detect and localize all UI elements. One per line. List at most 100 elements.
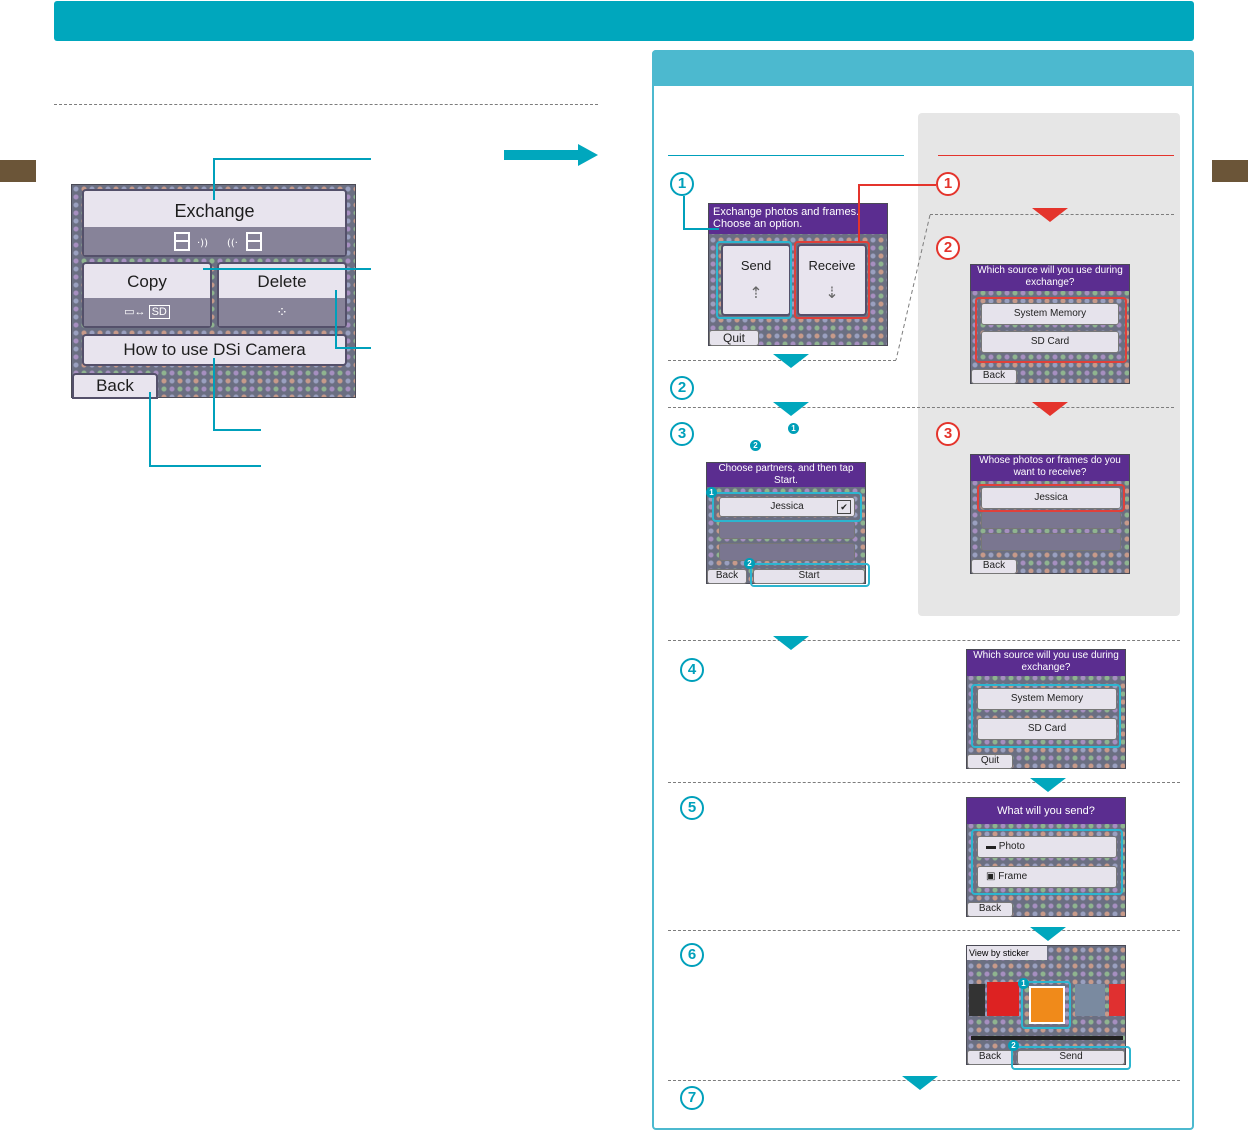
- screen-prompt: Choose partners, and then tap Start.: [707, 463, 865, 487]
- step-divider: [668, 407, 1174, 408]
- copy-sd-label: SD: [148, 305, 170, 319]
- screen-prompt: Whose photos or frames do you want to re…: [971, 455, 1129, 481]
- step-3-send: 3: [670, 422, 694, 446]
- mini-marker-1: 1: [788, 423, 799, 434]
- back-label: Back: [978, 1051, 1002, 1062]
- scroll-bar[interactable]: [971, 1036, 1123, 1040]
- svg-text:((·: ((·: [227, 238, 238, 249]
- callout-line-exchange-v: [213, 158, 215, 200]
- step-divider: [668, 640, 1180, 641]
- step-divider: [668, 930, 1180, 931]
- source-highlight: [975, 297, 1127, 363]
- sparkle-icon: ⁘: [219, 298, 345, 326]
- mini-marker-1: 1: [706, 487, 717, 498]
- callout-line-back: [149, 465, 261, 467]
- empty-partner-row: [719, 521, 855, 539]
- ds-to-sd-icon: ▭↔: [124, 306, 146, 318]
- step-1-receive: 1: [936, 172, 960, 196]
- send-highlight: [716, 241, 792, 319]
- empty-partner-row: [981, 533, 1121, 551]
- down-arrow-icon: [773, 636, 809, 650]
- down-arrow-icon: [773, 402, 809, 416]
- panel-header: [652, 50, 1194, 86]
- svg-text:·)): ·)): [197, 238, 208, 249]
- down-arrow-icon: [1030, 927, 1066, 941]
- back-label: Back: [982, 560, 1006, 571]
- start-highlight: [750, 563, 870, 587]
- empty-partner-row: [981, 511, 1121, 529]
- down-arrow-icon: [1030, 778, 1066, 792]
- callout-line-exchange: [213, 158, 371, 160]
- step-6: 6: [680, 943, 704, 967]
- screen-prompt: Exchange photos and frames. Choose an op…: [709, 204, 887, 234]
- step-4: 4: [680, 658, 704, 682]
- step-5: 5: [680, 796, 704, 820]
- step-2-send: 2: [670, 376, 694, 400]
- mini-marker-2: 2: [744, 558, 755, 569]
- receive-column-rule: [938, 155, 1174, 156]
- callout-line-delete-v: [335, 290, 337, 348]
- right-arrow-icon: [504, 144, 598, 166]
- callout-line-howto: [213, 429, 261, 431]
- down-arrow-icon: [902, 1076, 938, 1090]
- copy-button[interactable]: Copy ▭↔ SD: [82, 262, 212, 328]
- quit-label: Quit: [980, 755, 1000, 766]
- callout-line: [858, 184, 860, 242]
- callout-line: [683, 196, 685, 228]
- mini-marker-2: 2: [750, 440, 761, 451]
- back-label: Back: [978, 903, 1002, 914]
- back-button[interactable]: Back: [971, 369, 1017, 384]
- screen-prompt: What will you send?: [967, 798, 1125, 824]
- screen-prompt: Which source will you use during exchang…: [971, 265, 1129, 291]
- screen-prompt: Which source will you use during exchang…: [967, 650, 1125, 676]
- callout-line-delete: [335, 347, 371, 349]
- view-by-sticker[interactable]: View by sticker: [967, 946, 1047, 960]
- partner-highlight: [712, 492, 862, 522]
- callout-line: [683, 228, 719, 230]
- down-arrow-icon: [773, 354, 809, 368]
- source-highlight: [971, 684, 1121, 748]
- exchange-label: Exchange: [174, 201, 255, 221]
- mini-marker-2: 2: [1008, 1040, 1019, 1051]
- copy-icons: ▭↔ SD: [84, 298, 210, 326]
- step-divider: [668, 782, 1180, 783]
- back-label: Back: [982, 370, 1006, 381]
- receive-highlight: [794, 241, 870, 319]
- callout-line-back-v: [149, 392, 151, 466]
- delete-button[interactable]: Delete ⁘: [217, 262, 347, 328]
- send-highlight: [1011, 1046, 1131, 1070]
- copy-label: Copy: [127, 272, 167, 291]
- photo-highlight: [1021, 981, 1071, 1029]
- wireless-ds-icon: ·)) ((·: [173, 232, 262, 251]
- photo-thumbnail[interactable]: [1109, 984, 1125, 1016]
- down-arrow-icon: [1032, 208, 1068, 222]
- exchange-icons: ·)) ((·: [84, 227, 345, 255]
- step-1-send: 1: [670, 172, 694, 196]
- back-button[interactable]: Back: [72, 373, 158, 399]
- back-button[interactable]: Back: [967, 902, 1013, 917]
- empty-partner-row: [719, 543, 855, 561]
- delete-label: Delete: [257, 272, 307, 291]
- photo-thumbnail[interactable]: [969, 984, 985, 1016]
- mini-marker-1: 1: [1018, 978, 1029, 989]
- callout-line-copy: [203, 268, 371, 270]
- diagonal-dashed-line: [895, 214, 931, 361]
- down-arrow-icon: [1032, 402, 1068, 416]
- step-3-receive: 3: [936, 422, 960, 446]
- back-button[interactable]: Back: [967, 1050, 1013, 1065]
- step-7: 7: [680, 1086, 704, 1110]
- callout-line-howto-v: [213, 358, 215, 430]
- top-banner: [54, 1, 1194, 41]
- back-button[interactable]: Back: [707, 569, 747, 584]
- back-button[interactable]: Back: [971, 559, 1017, 574]
- quit-button[interactable]: Quit: [709, 330, 759, 346]
- send-column-rule: [668, 155, 904, 156]
- back-label: Back: [96, 376, 134, 395]
- photo-thumbnail[interactable]: [1075, 984, 1105, 1016]
- photo-thumbnail[interactable]: [987, 982, 1019, 1016]
- how-to-use-label: How to use DSi Camera: [123, 340, 306, 359]
- partner-highlight: [977, 484, 1125, 512]
- step-2-receive: 2: [936, 236, 960, 260]
- quit-button[interactable]: Quit: [967, 754, 1013, 769]
- callout-line: [858, 184, 936, 186]
